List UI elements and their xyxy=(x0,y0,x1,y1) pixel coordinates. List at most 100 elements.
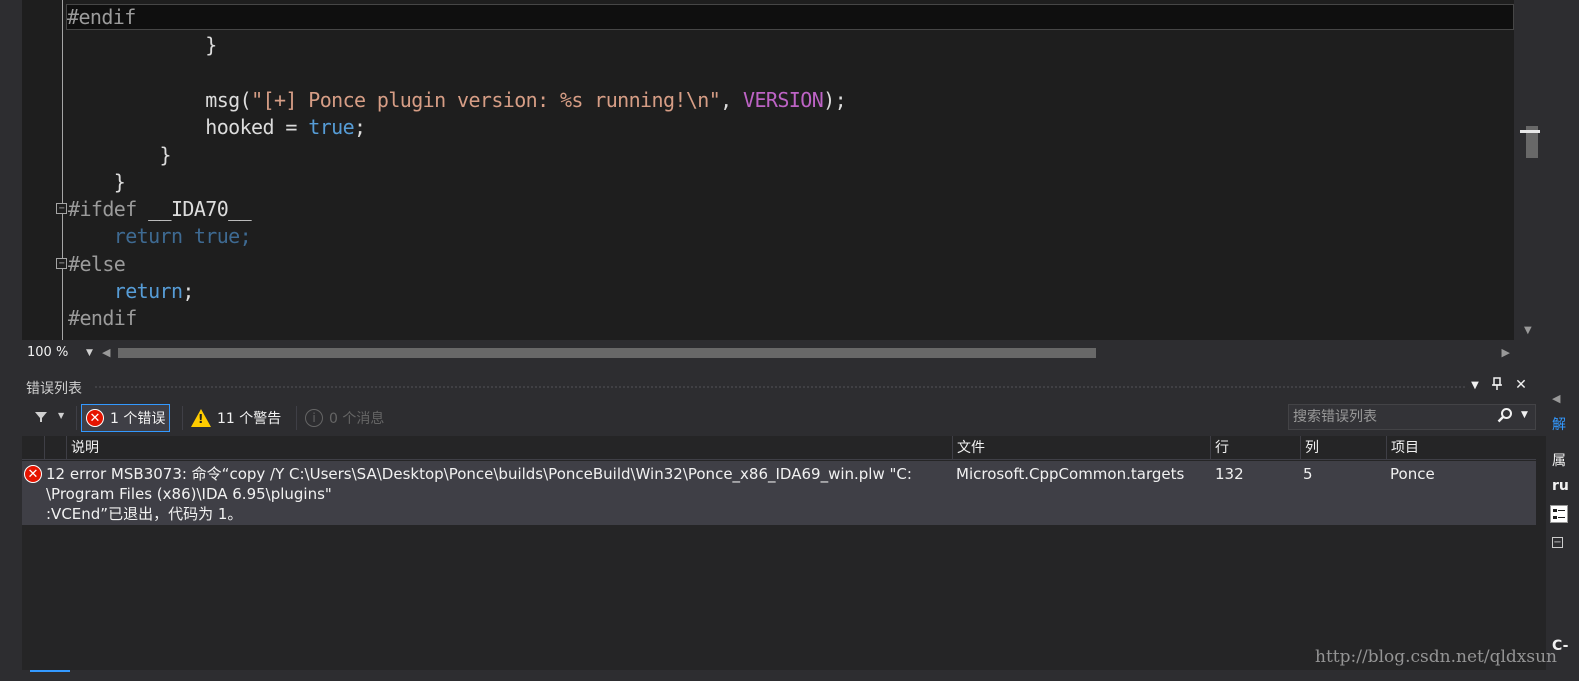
toolbar-separator xyxy=(182,406,183,430)
code-editor[interactable]: #endif } msg("[+] Ponce plugin version: … xyxy=(22,0,1546,340)
error-line: 132 xyxy=(1215,465,1244,483)
column-header-column[interactable]: 列 xyxy=(1300,436,1386,460)
code-token: #endif xyxy=(68,306,137,331)
pin-icon[interactable] xyxy=(1488,377,1506,394)
code-token: hooked = xyxy=(205,115,309,140)
code-line[interactable]: } xyxy=(68,31,217,59)
code-token: } xyxy=(159,142,172,167)
code-token: } xyxy=(205,33,217,58)
error-icon: ✕ xyxy=(24,465,42,483)
warnings-filter-toggle[interactable]: ! 11 个警告 xyxy=(187,404,285,432)
zoom-dropdown-arrow-icon[interactable]: ▼ xyxy=(86,344,93,362)
error-list-panel: 错误列表 ▼ ✕ ▼ ✕ 1 个错误 ! 11 个警告 i 0 个消息 搜索错误… xyxy=(22,374,1546,681)
panel-title: 错误列表 xyxy=(26,381,82,397)
info-icon: i xyxy=(305,409,323,427)
error-list-toolbar: ▼ ✕ 1 个错误 ! 11 个警告 i 0 个消息 ▼ xyxy=(22,400,1546,436)
messages-count-label: 0 个消息 xyxy=(329,411,385,427)
toolbar-separator xyxy=(76,406,77,430)
panel-tab-strip xyxy=(22,670,1546,681)
error-icon: ✕ xyxy=(86,409,104,427)
active-tab-indicator[interactable] xyxy=(30,670,70,672)
code-token: ); xyxy=(823,87,847,112)
code-token: msg( xyxy=(205,87,252,112)
editor-margin xyxy=(22,0,52,340)
code-token: , xyxy=(720,87,744,112)
scroll-left-arrow-icon[interactable]: ◀ xyxy=(102,344,110,362)
title-grip xyxy=(94,385,1466,390)
warning-icon: ! xyxy=(191,409,211,427)
code-line[interactable]: } xyxy=(68,141,172,169)
code-line[interactable]: − #ifdef __IDA70__ xyxy=(56,195,252,223)
column-header-file[interactable]: 文件 xyxy=(952,436,1210,460)
caret-position-marker xyxy=(1520,130,1540,133)
error-file: Microsoft.CppCommon.targets xyxy=(956,465,1185,483)
column-header-line[interactable]: 行 xyxy=(1210,436,1300,460)
code-token: __IDA70__ xyxy=(148,197,252,222)
error-list-search[interactable]: ▼ xyxy=(1288,404,1536,430)
scroll-down-arrow-icon[interactable]: ▼ xyxy=(1524,325,1532,336)
code-line[interactable]: } xyxy=(68,168,126,196)
watermark: http://blog.csdn.net/qldxsun xyxy=(1315,647,1557,667)
error-grid-header: 说明 文件 行 列 项目 xyxy=(22,436,1536,460)
error-description: 12 error MSB3073: 命令“copy /Y C:\Users\SA… xyxy=(46,465,912,523)
errors-filter-toggle[interactable]: ✕ 1 个错误 xyxy=(81,404,171,432)
code-line[interactable]: #endif xyxy=(66,4,1514,30)
editor-horizontal-scrollbar[interactable] xyxy=(118,348,1498,358)
window-position-dropdown-icon[interactable]: ▼ xyxy=(1466,380,1484,391)
search-input[interactable] xyxy=(1289,405,1489,429)
code-token: ; xyxy=(354,115,366,140)
code-line[interactable]: hooked = true; xyxy=(68,113,366,141)
code-line[interactable]: msg("[+] Ponce plugin version: %s runnin… xyxy=(68,86,846,114)
close-icon[interactable]: ✕ xyxy=(1512,377,1530,393)
properties-object-name: ru xyxy=(1552,478,1569,494)
panel-title-bar[interactable]: 错误列表 ▼ ✕ xyxy=(22,374,1546,400)
code-token: #ifdef xyxy=(68,197,149,222)
warnings-count-label: 11 个警告 xyxy=(217,411,282,427)
code-area[interactable]: #endif } msg("[+] Ponce plugin version: … xyxy=(56,0,1514,340)
scroll-right-arrow-icon[interactable]: ▶ xyxy=(1502,344,1510,362)
code-token: return xyxy=(113,279,183,303)
search-icon[interactable] xyxy=(1497,407,1513,423)
collapse-region-icon[interactable]: − xyxy=(56,203,67,215)
code-token: #else xyxy=(68,251,126,276)
filter-icon xyxy=(35,412,47,422)
code-line[interactable]: − #else xyxy=(56,250,126,278)
code-line[interactable]: #endif xyxy=(68,304,137,332)
code-token: #endif xyxy=(67,5,136,29)
column-header-project[interactable]: 项目 xyxy=(1386,436,1536,460)
toolbar-separator xyxy=(296,406,297,430)
code-token: return true; xyxy=(113,224,252,249)
categorized-view-icon[interactable] xyxy=(1550,505,1568,523)
left-gutter xyxy=(0,0,22,681)
hscroll-thumb[interactable] xyxy=(118,348,1096,358)
properties-tab[interactable]: 属 xyxy=(1552,450,1579,470)
code-token: } xyxy=(113,169,126,194)
search-options-dropdown-icon[interactable]: ▼ xyxy=(1521,410,1528,420)
code-token: true xyxy=(308,115,355,140)
error-column: 5 xyxy=(1303,465,1313,483)
column-header-description[interactable]: 说明 xyxy=(66,436,952,460)
expand-left-arrow-icon[interactable]: ◀ xyxy=(1552,392,1560,405)
solution-explorer-tab[interactable]: 解 xyxy=(1552,414,1579,434)
right-tool-strip: ◀ 解 属 ru − C- xyxy=(1546,0,1579,681)
code-line[interactable]: return true; xyxy=(68,222,252,250)
editor-vertical-scrollbar[interactable]: ▼ xyxy=(1514,0,1546,340)
collapse-icon[interactable]: − xyxy=(1552,537,1563,548)
code-line[interactable]: return; xyxy=(68,277,195,305)
chevron-down-icon: ▼ xyxy=(58,411,65,420)
outlining-guide xyxy=(62,0,63,340)
table-row[interactable]: ✕ 12 error MSB3073: 命令“copy /Y C:\Users\… xyxy=(22,461,1536,525)
code-token: ; xyxy=(182,279,194,303)
messages-filter-toggle[interactable]: i 0 个消息 xyxy=(301,404,388,432)
column-header-icon[interactable] xyxy=(44,436,66,460)
errors-count-label: 1 个错误 xyxy=(110,411,166,427)
filter-dropdown[interactable]: ▼ xyxy=(32,408,72,428)
collapse-region-icon[interactable]: − xyxy=(56,257,67,269)
code-token: VERSION xyxy=(743,87,824,112)
